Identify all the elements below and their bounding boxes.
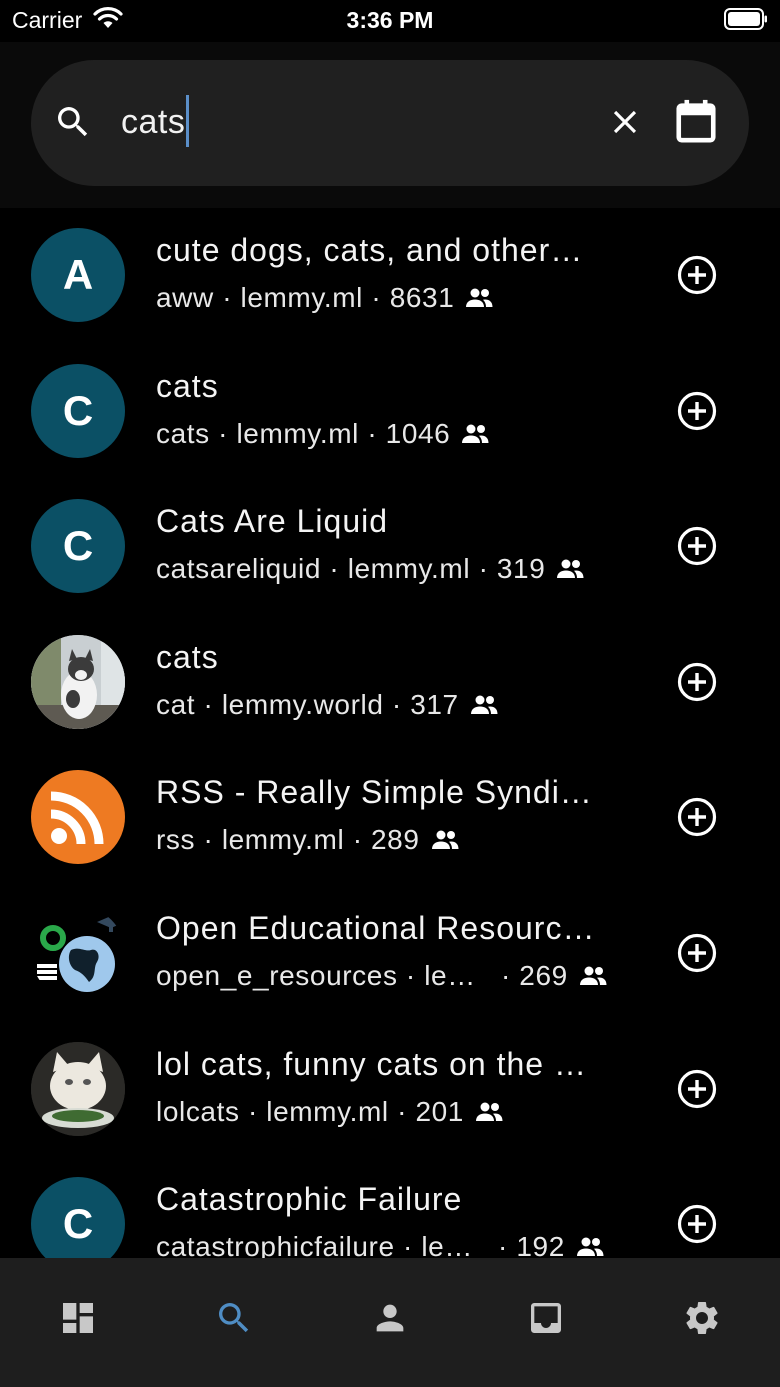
search-query-text: cats [121,103,186,141]
community-meta: cat · lemmy.world · 317 [156,689,656,721]
people-icon [470,695,498,714]
people-icon [576,1237,604,1257]
rss-icon [50,791,104,845]
subscriber-count: 319 [496,553,546,585]
community-results-list: A cute dogs, cats, and other… aww · lemm… [0,208,780,1258]
close-icon[interactable] [606,103,644,141]
rss-avatar [31,770,125,865]
people-icon [579,966,607,985]
community-instance: lemmy.ml [236,417,359,449]
subscriber-count: 289 [371,824,420,856]
search-input[interactable]: cats [121,95,190,148]
list-item[interactable]: C Catastrophic Failure catastrophicfailu… [0,1157,780,1258]
search-icon[interactable] [214,1298,254,1338]
community-meta: open_e_resources · le… · 269 [156,960,656,992]
community-name: aww [156,282,214,313]
community-instance: le… [421,1231,473,1258]
community-instance: lemmy.world [221,688,384,720]
community-meta: catsareliquid · lemmy.ml · 319 [156,553,656,585]
list-item[interactable]: Open Educational Resourc… open_e_resourc… [0,886,780,1022]
add-circle-icon[interactable] [676,796,718,838]
cat-photo-image [31,634,125,729]
people-icon [462,424,489,443]
search-header: cats [0,42,780,208]
community-name: lolcats [156,1095,240,1127]
community-meta: catastrophicfailure · le… · 192 [156,1231,656,1258]
people-icon [431,830,459,850]
add-circle-icon[interactable] [676,525,718,567]
community-title: cats [156,638,219,675]
community-instance: lemmy.ml [240,282,364,313]
list-item[interactable]: lol cats, funny cats on the … lolcats · … [0,1022,780,1158]
lolcat-photo-image [31,1041,125,1136]
people-icon [475,1102,503,1121]
add-circle-icon[interactable] [676,1068,718,1110]
status-bar: Carrier 3:36 PM [0,0,780,42]
community-title: Cats Are Liquid [156,503,389,540]
add-circle-icon[interactable] [676,390,718,432]
gear-icon[interactable] [682,1298,722,1338]
screen: Carrier 3:36 PM cats A cute dogs, cats, … [0,0,780,1387]
list-item[interactable]: A cute dogs, cats, and other… aww · lemm… [0,208,780,344]
add-circle-icon[interactable] [676,1203,718,1245]
add-circle-icon[interactable] [676,661,718,703]
community-name: catsareliquid [156,553,321,585]
community-title: cute dogs, cats, and other… [156,232,584,268]
community-avatar: C [31,1177,125,1258]
community-meta: cats · lemmy.ml · 1046 [156,418,656,450]
calendar-icon[interactable] [674,98,718,144]
community-title: Open Educational Resourc… [156,910,596,946]
lolcat-photo-avatar [31,1041,125,1136]
list-item[interactable]: cats cat · lemmy.world · 317 [0,615,780,751]
subscriber-count: 1046 [385,417,451,449]
community-avatar: C [31,499,125,594]
community-avatar: A [31,228,125,322]
oer-avatar [31,906,125,1000]
avatar-letter: A [62,251,94,298]
community-name: open_e_resources [156,960,398,991]
community-meta: lolcats · lemmy.ml · 201 [156,1096,656,1128]
community-meta: rss · lemmy.ml · 289 [156,824,656,856]
add-circle-icon[interactable] [676,932,718,974]
cat-photo-avatar [31,634,125,729]
community-name: cats [156,417,210,449]
community-title: lol cats, funny cats on the … [156,1045,587,1082]
community-name: rss [156,824,196,856]
avatar-letter: C [62,1200,94,1248]
subscriber-count: 8631 [389,282,455,313]
person-icon[interactable] [370,1298,410,1338]
search-bar[interactable]: cats [31,60,749,186]
list-item[interactable]: RSS - Really Simple Syndi… rss · lemmy.m… [0,750,780,886]
community-meta: aww · lemmy.ml · 8631 [156,282,656,314]
text-caret [186,95,190,148]
subscriber-count: 201 [415,1095,464,1127]
subscriber-count: 317 [410,688,459,720]
community-name: catastrophicfailure [156,1231,395,1258]
search-icon [58,107,88,137]
subscriber-count: 269 [519,960,568,991]
dashboard-icon[interactable] [58,1298,98,1338]
community-name: cat [156,688,196,720]
community-instance: lemmy.ml [347,553,471,585]
community-instance: le… [424,960,476,991]
community-instance: lemmy.ml [221,824,345,856]
avatar-letter: C [62,522,94,570]
list-item[interactable]: C cats cats · lemmy.ml · 1046 [0,344,780,480]
list-item[interactable]: C Cats Are Liquid catsareliquid · lemmy.… [0,479,780,615]
avatar-letter: C [62,386,94,434]
community-avatar: C [31,363,125,458]
community-instance: lemmy.ml [266,1095,389,1127]
community-title: Catastrophic Failure [156,1181,463,1218]
people-icon [466,288,493,307]
community-title: RSS - Really Simple Syndi… [156,774,593,811]
add-circle-icon[interactable] [676,254,718,296]
subscriber-count: 192 [516,1231,565,1258]
bottom-nav [0,1258,780,1387]
oer-globe-icon [37,916,125,992]
inbox-icon[interactable] [526,1298,566,1338]
battery-icon [724,8,767,30]
status-time: 3:36 PM [346,7,434,33]
community-title: cats [156,367,219,404]
people-icon [557,559,584,579]
